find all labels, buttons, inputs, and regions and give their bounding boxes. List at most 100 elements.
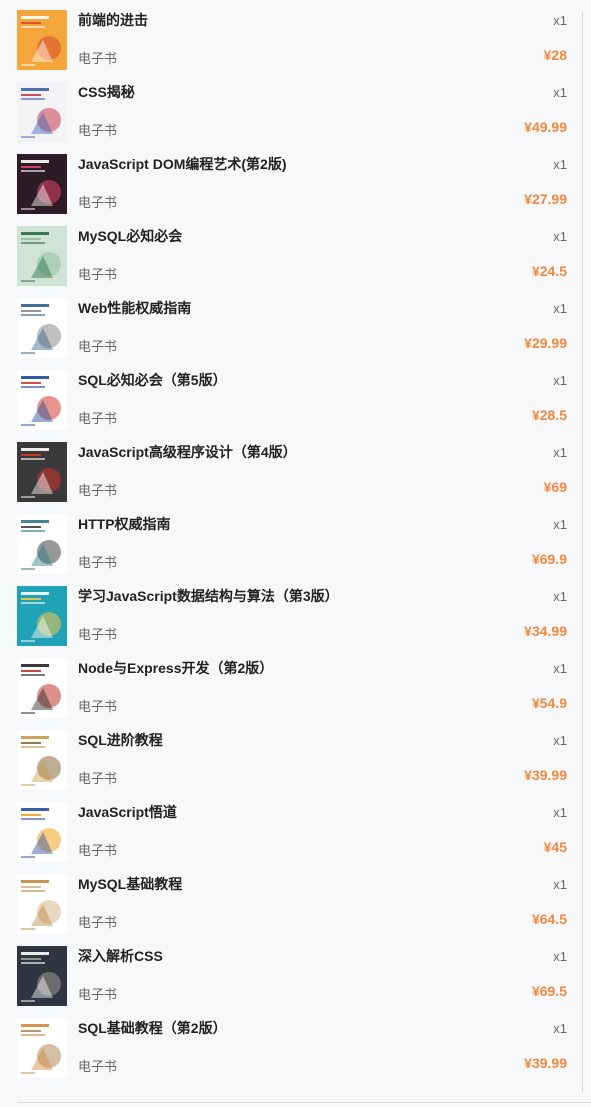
list-item[interactable]: JavaScript高级程序设计（第4版） x1 电子书 ¥69: [0, 432, 580, 504]
order-items-page: 前端的进击 x1 电子书 ¥28 CSS揭秘 x1 电子书 ¥49.99 Jav…: [0, 0, 591, 1107]
list-item[interactable]: CSS揭秘 x1 电子书 ¥49.99: [0, 72, 580, 144]
price-label: ¥39.99: [524, 1055, 567, 1071]
product-type-label: 电子书: [78, 555, 118, 570]
price-label: ¥54.9: [531, 695, 567, 711]
price-label: ¥27.99: [524, 191, 567, 207]
book-cover-css-secrets-art: [17, 82, 67, 142]
list-item[interactable]: MySQL必知必会 x1 电子书 ¥24.5: [0, 216, 580, 288]
product-type-label: 电子书: [78, 915, 118, 930]
book-title: 深入解析CSS: [78, 948, 163, 964]
product-type-label: 电子书: [78, 1059, 118, 1074]
product-type-label: 电子书: [78, 843, 118, 858]
book-cover-mysql-crash-course[interactable]: [17, 226, 67, 286]
quantity-label: x1: [553, 733, 567, 748]
book-title: SQL进阶教程: [78, 732, 163, 748]
book-cover-mysql-basics-art: [17, 874, 67, 934]
book-title: JavaScript DOM编程艺术(第2版): [78, 156, 287, 172]
quantity-label: x1: [553, 445, 567, 460]
product-type-label: 电子书: [78, 339, 118, 354]
quantity-label: x1: [553, 157, 567, 172]
quantity-label: x1: [553, 85, 567, 100]
quantity-label: x1: [553, 661, 567, 676]
quantity-label: x1: [553, 589, 567, 604]
price-label: ¥69.9: [531, 551, 567, 567]
list-item[interactable]: SQL基础教程（第2版） x1 电子书 ¥39.99: [0, 1008, 580, 1080]
product-type-label: 电子书: [78, 771, 118, 786]
quantity-label: x1: [553, 229, 567, 244]
book-cover-web-performance-art: [17, 298, 67, 358]
book-title: JavaScript悟道: [78, 804, 177, 820]
book-cover-professional-javascript-art: [17, 442, 67, 502]
book-cover-dom-scripting-art: [17, 154, 67, 214]
price-label: ¥34.99: [524, 623, 567, 639]
book-cover-css-in-depth-art: [17, 946, 67, 1006]
book-cover-sql-advanced[interactable]: [17, 730, 67, 790]
list-item[interactable]: 学习JavaScript数据结构与算法（第3版） x1 电子书 ¥34.99: [0, 576, 580, 648]
list-item[interactable]: JavaScript悟道 x1 电子书 ¥45: [0, 792, 580, 864]
book-cover-mysql-basics[interactable]: [17, 874, 67, 934]
quantity-label: x1: [553, 13, 567, 28]
quantity-label: x1: [553, 373, 567, 388]
book-title: Web性能权威指南: [78, 300, 192, 316]
price-label: ¥28: [543, 47, 567, 63]
book-cover-how-javascript-works[interactable]: [17, 802, 67, 862]
quantity-label: x1: [553, 949, 567, 964]
list-item[interactable]: HTTP权威指南 x1 电子书 ¥69.9: [0, 504, 580, 576]
book-cover-css-secrets[interactable]: [17, 82, 67, 142]
product-type-label: 电子书: [78, 699, 118, 714]
book-cover-dom-scripting[interactable]: [17, 154, 67, 214]
product-type-label: 电子书: [78, 411, 118, 426]
list-bottom-divider: [17, 1102, 591, 1103]
product-type-label: 电子书: [78, 987, 118, 1002]
price-label: ¥64.5: [531, 911, 567, 927]
list-item[interactable]: Web性能权威指南 x1 电子书 ¥29.99: [0, 288, 580, 360]
book-cover-front-end-art: [17, 10, 67, 70]
quantity-label: x1: [553, 805, 567, 820]
book-cover-sql-crash-course-art: [17, 370, 67, 430]
scrollbar-track[interactable]: [582, 12, 583, 1092]
book-cover-node-express-art: [17, 658, 67, 718]
book-title: MySQL基础教程: [78, 876, 183, 892]
product-type-label: 电子书: [78, 267, 118, 282]
price-label: ¥28.5: [531, 407, 567, 423]
price-label: ¥69: [543, 479, 567, 495]
product-type-label: 电子书: [78, 627, 118, 642]
price-label: ¥29.99: [524, 335, 567, 351]
book-title: Node与Express开发（第2版）: [78, 660, 274, 676]
book-cover-http-definitive-guide-art: [17, 514, 67, 574]
order-item-list: 前端的进击 x1 电子书 ¥28 CSS揭秘 x1 电子书 ¥49.99 Jav…: [0, 0, 580, 1080]
product-type-label: 电子书: [78, 483, 118, 498]
book-cover-how-javascript-works-art: [17, 802, 67, 862]
list-item[interactable]: JavaScript DOM编程艺术(第2版) x1 电子书 ¥27.99: [0, 144, 580, 216]
price-label: ¥39.99: [524, 767, 567, 783]
book-title: 前端的进击: [78, 12, 148, 28]
price-label: ¥49.99: [524, 119, 567, 135]
product-type-label: 电子书: [78, 51, 118, 66]
book-cover-node-express[interactable]: [17, 658, 67, 718]
book-cover-http-definitive-guide[interactable]: [17, 514, 67, 574]
list-item[interactable]: SQL必知必会（第5版） x1 电子书 ¥28.5: [0, 360, 580, 432]
book-cover-web-performance[interactable]: [17, 298, 67, 358]
book-title: SQL必知必会（第5版）: [78, 372, 227, 388]
list-item[interactable]: 前端的进击 x1 电子书 ¥28: [0, 0, 580, 72]
book-cover-front-end[interactable]: [17, 10, 67, 70]
list-item[interactable]: MySQL基础教程 x1 电子书 ¥64.5: [0, 864, 580, 936]
book-cover-mysql-crash-course-art: [17, 226, 67, 286]
price-label: ¥24.5: [531, 263, 567, 279]
list-item[interactable]: 深入解析CSS x1 电子书 ¥69.5: [0, 936, 580, 1008]
book-cover-sql-basics-art: [17, 1018, 67, 1078]
price-label: ¥69.5: [531, 983, 567, 999]
list-item[interactable]: Node与Express开发（第2版） x1 电子书 ¥54.9: [0, 648, 580, 720]
book-cover-css-in-depth[interactable]: [17, 946, 67, 1006]
book-cover-sql-basics[interactable]: [17, 1018, 67, 1078]
quantity-label: x1: [553, 877, 567, 892]
product-type-label: 电子书: [78, 123, 118, 138]
book-cover-js-data-structures[interactable]: [17, 586, 67, 646]
book-cover-sql-crash-course[interactable]: [17, 370, 67, 430]
list-item[interactable]: SQL进阶教程 x1 电子书 ¥39.99: [0, 720, 580, 792]
book-cover-js-data-structures-art: [17, 586, 67, 646]
book-cover-sql-advanced-art: [17, 730, 67, 790]
book-title: CSS揭秘: [78, 84, 135, 100]
book-title: SQL基础教程（第2版）: [78, 1020, 227, 1036]
book-cover-professional-javascript[interactable]: [17, 442, 67, 502]
